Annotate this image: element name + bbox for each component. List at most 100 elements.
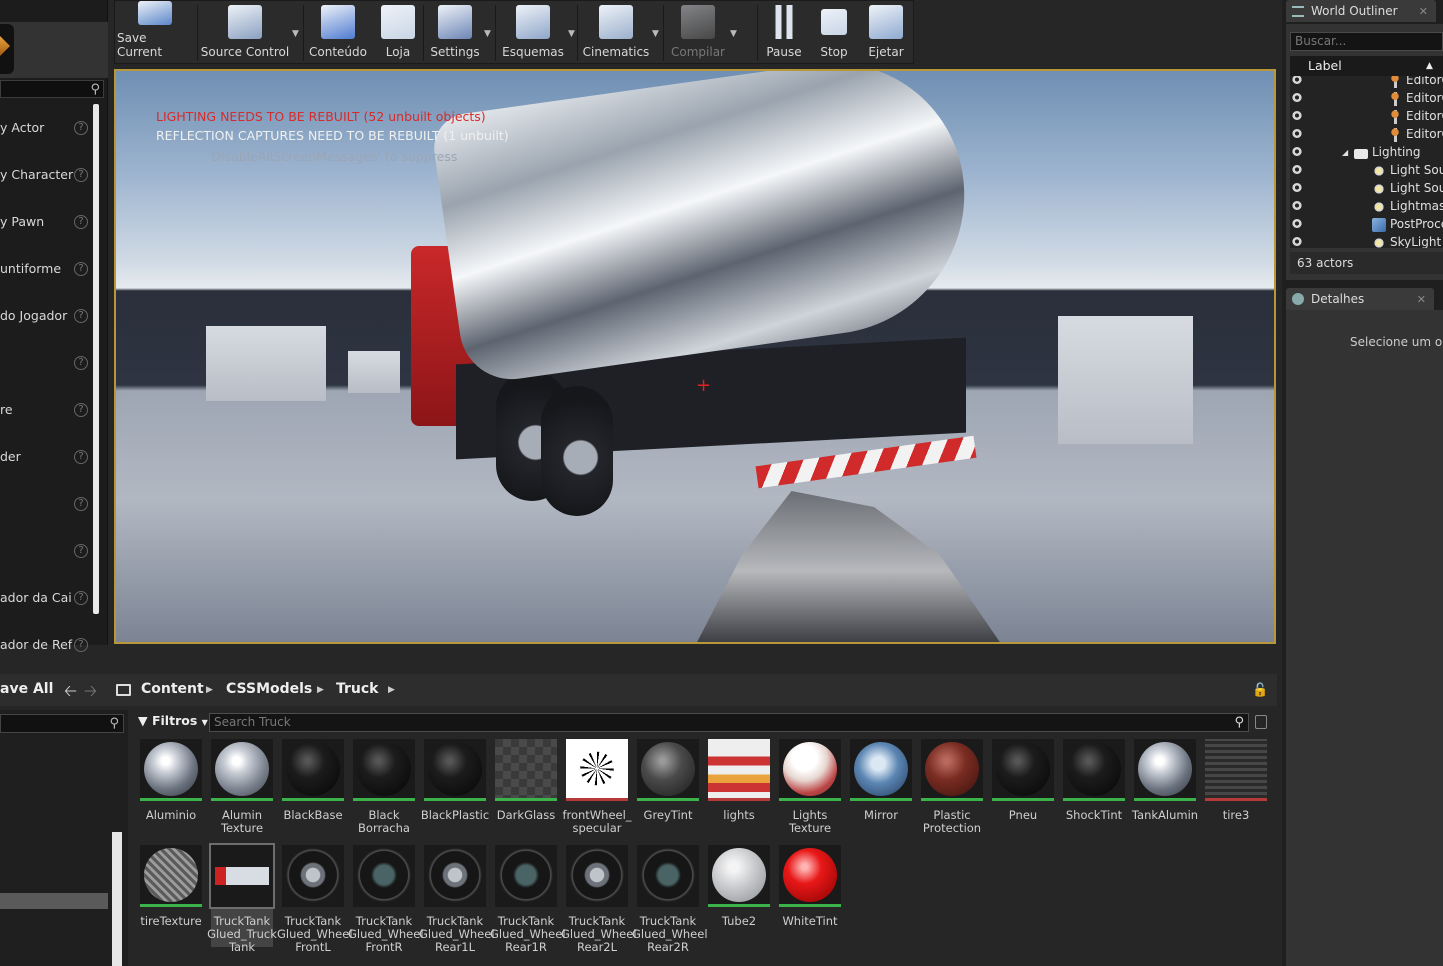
asset-tile[interactable]: Pneu	[992, 739, 1054, 822]
visibility-eye-icon[interactable]	[1291, 129, 1303, 138]
chevron-down-icon[interactable]: ▼	[292, 29, 299, 39]
visibility-eye-icon[interactable]	[1291, 201, 1303, 210]
asset-tile[interactable]: tireTexture	[140, 845, 202, 928]
place-actor-item[interactable]: re?	[0, 386, 92, 433]
asset-tile[interactable]: lights	[708, 739, 770, 822]
asset-thumbnail[interactable]	[921, 739, 983, 801]
asset-tile[interactable]: WhiteTint	[779, 845, 841, 928]
outliner-row[interactable]: EditorCube1	[1290, 108, 1443, 126]
chevron-down-icon[interactable]: ▼	[730, 29, 737, 39]
place-actor-item[interactable]: untiforme?	[0, 245, 92, 292]
asset-tile[interactable]: TruckTank Glued_Wheel Rear1L	[419, 845, 495, 954]
breadcrumb-cssmodels[interactable]: CSSModels	[226, 681, 312, 697]
asset-thumbnail[interactable]	[779, 845, 841, 907]
asset-tile[interactable]: tire3	[1205, 739, 1267, 822]
source-control-button[interactable]: Source Control	[199, 1, 291, 63]
asset-tile[interactable]: TruckTank Glued_Wheel FrontR	[348, 845, 424, 954]
breadcrumb-arrow-icon[interactable]: ▶	[388, 685, 395, 695]
visibility-eye-icon[interactable]	[1291, 183, 1303, 192]
asset-thumbnail[interactable]	[850, 739, 912, 801]
back-arrow-icon[interactable]: 🡠	[64, 680, 77, 707]
chevron-down-icon[interactable]: ▼	[484, 29, 491, 39]
asset-tile[interactable]: Black Borracha	[353, 739, 415, 835]
ejetar-button[interactable]: Ejetar	[861, 1, 911, 63]
asset-thumbnail[interactable]	[708, 845, 770, 907]
asset-thumbnail[interactable]	[708, 739, 770, 801]
asset-thumbnail[interactable]	[140, 739, 202, 801]
asset-tile[interactable]: GreyTint	[637, 739, 699, 822]
outliner-search-input[interactable]: Buscar...	[1290, 32, 1443, 51]
asset-thumbnail[interactable]	[566, 739, 628, 801]
modes-scrollbar[interactable]	[93, 104, 99, 614]
visibility-eye-icon[interactable]	[1291, 76, 1303, 84]
level-viewport[interactable]: + LIGHTING NEEDS TO BE REBUILT (52 unbui…	[114, 69, 1276, 644]
breadcrumb-content[interactable]: Content	[141, 681, 204, 697]
asset-tile[interactable]: Tube2	[708, 845, 770, 928]
loja-button[interactable]: Loja	[377, 1, 419, 63]
pause-button[interactable]: Pause	[761, 1, 807, 63]
place-actor-item[interactable]: ?	[0, 339, 92, 386]
asset-tile[interactable]: TruckTank Glued_Truck Tank	[207, 843, 277, 954]
visibility-eye-icon[interactable]	[1291, 219, 1303, 228]
asset-thumbnail[interactable]	[495, 845, 557, 907]
outliner-row[interactable]: EditorCube1	[1290, 90, 1443, 108]
outliner-row[interactable]: Light Source2	[1290, 180, 1443, 198]
asset-tile[interactable]: ShockTint	[1063, 739, 1125, 822]
asset-tile[interactable]: TruckTank Glued_Wheel FrontL	[277, 845, 353, 954]
asset-tile[interactable]: TruckTank Glued_Wheel Rear2R	[632, 845, 708, 954]
save-search-icon[interactable]	[1255, 715, 1267, 729]
visibility-eye-icon[interactable]	[1291, 147, 1303, 156]
stop-button[interactable]: Stop	[813, 1, 855, 63]
place-actor-item[interactable]: ?	[0, 480, 92, 527]
asset-thumbnail[interactable]	[566, 845, 628, 907]
asset-thumbnail[interactable]	[424, 845, 486, 907]
compilar-button[interactable]: Compilar	[667, 1, 729, 63]
asset-thumbnail[interactable]	[637, 739, 699, 801]
outliner-row[interactable]: ◢ Lighting	[1290, 144, 1443, 162]
save-current-button[interactable]: Save Current	[117, 1, 193, 63]
forward-arrow-icon[interactable]: 🡢	[84, 680, 97, 707]
asset-tile[interactable]: Aluminio	[140, 739, 202, 822]
breadcrumb-truck[interactable]: Truck	[336, 681, 379, 697]
visibility-eye-icon[interactable]	[1291, 93, 1303, 102]
place-actor-item[interactable]: do Jogador?	[0, 292, 92, 339]
visibility-eye-icon[interactable]	[1291, 165, 1303, 174]
selected-folder[interactable]	[0, 893, 108, 909]
conte-do-button[interactable]: Conteúdo	[305, 1, 371, 63]
unreal-logo-icon[interactable]	[0, 24, 14, 74]
outliner-row[interactable]: LightmassImp	[1290, 198, 1443, 216]
asset-thumbnail[interactable]	[637, 845, 699, 907]
asset-tile[interactable]: BlackPlastic	[421, 739, 489, 822]
asset-thumbnail[interactable]	[282, 739, 344, 801]
help-icon[interactable]: ?	[74, 261, 88, 276]
lock-icon[interactable]: 🔓	[1252, 683, 1268, 698]
esquemas-button[interactable]: Esquemas	[499, 1, 567, 63]
place-actor-item[interactable]: ?	[0, 527, 92, 574]
place-actor-item[interactable]: ador da Cai?	[0, 574, 92, 621]
outliner-row[interactable]: EditorCube2	[1290, 126, 1443, 144]
asset-thumbnail[interactable]	[211, 739, 273, 801]
asset-tile[interactable]: Mirror	[850, 739, 912, 822]
asset-thumbnail[interactable]	[140, 845, 202, 907]
outliner-row[interactable]: Light Source	[1290, 162, 1443, 180]
help-icon[interactable]: ?	[74, 355, 88, 370]
place-actor-item[interactable]: ador de Ref?	[0, 621, 92, 668]
help-icon[interactable]: ?	[74, 214, 88, 229]
asset-thumbnail[interactable]	[282, 845, 344, 907]
asset-search-input[interactable]: Search Truck ⚲	[209, 713, 1249, 732]
help-icon[interactable]: ?	[74, 167, 88, 182]
place-actor-item[interactable]: y Actor?	[0, 104, 92, 151]
outliner-column-label[interactable]: Label ▲	[1290, 56, 1443, 76]
asset-tile[interactable]: Alumin Texture	[211, 739, 273, 835]
tab-world-outliner[interactable]: World Outliner ✕	[1286, 0, 1436, 22]
place-actor-item[interactable]: y Character?	[0, 151, 92, 198]
help-icon[interactable]: ?	[74, 449, 88, 464]
chevron-down-icon[interactable]: ▼	[568, 29, 575, 39]
help-icon[interactable]: ?	[74, 120, 88, 135]
outliner-row[interactable]: EditorCube	[1290, 76, 1443, 90]
visibility-eye-icon[interactable]	[1291, 111, 1303, 120]
breadcrumb-arrow-icon[interactable]: ▶	[206, 685, 213, 695]
filters-button[interactable]: ▼ Filtros ▼	[138, 713, 208, 731]
asset-tile[interactable]: TruckTank Glued_Wheel Rear2L	[561, 845, 637, 954]
outliner-row[interactable]: PostProcessV	[1290, 216, 1443, 234]
